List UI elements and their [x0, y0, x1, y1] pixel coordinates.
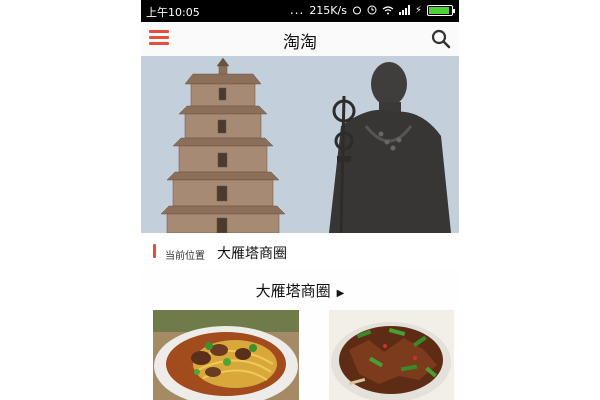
location-value: 大雁塔商圈 [217, 246, 287, 262]
stir-fry-dish-image [329, 310, 454, 400]
banner-image [141, 56, 459, 233]
play-arrow-icon: ▶ [336, 288, 345, 299]
phone-screen: 上午10:05 ... 215K/s ⚡ 淘淘 当前位置 大雁塔商圈 大雁塔商圈… [141, 0, 459, 400]
location-marker [153, 244, 156, 258]
noodle-dish-image [153, 310, 299, 400]
network-speed: 215K/s [309, 3, 347, 17]
food-card[interactable] [329, 310, 454, 400]
wifi-icon [382, 5, 394, 14]
app-title: 淘淘 [283, 33, 317, 53]
signal-icon [398, 5, 410, 15]
alarm-icon [352, 6, 361, 15]
section-title: 大雁塔商圈 [255, 282, 331, 300]
section-title-link[interactable]: 大雁塔商圈 ▶ [141, 280, 459, 301]
app-header: 淘淘 [141, 22, 459, 56]
clock-icon [367, 5, 377, 15]
charging-icon: ⚡ [414, 4, 422, 16]
battery-icon [427, 4, 455, 16]
status-right: ... 215K/s ⚡ [289, 3, 455, 17]
location-label: 当前位置 [165, 251, 205, 262]
status-bar: 上午10:05 ... 215K/s ⚡ [141, 0, 459, 22]
banner-carousel[interactable] [141, 56, 459, 233]
search-icon[interactable] [431, 29, 451, 49]
food-card[interactable] [153, 310, 299, 400]
status-time: 上午10:05 [146, 6, 200, 19]
location-row[interactable]: 当前位置 大雁塔商圈 [141, 233, 459, 269]
notification-dots-icon: ... [289, 3, 305, 17]
